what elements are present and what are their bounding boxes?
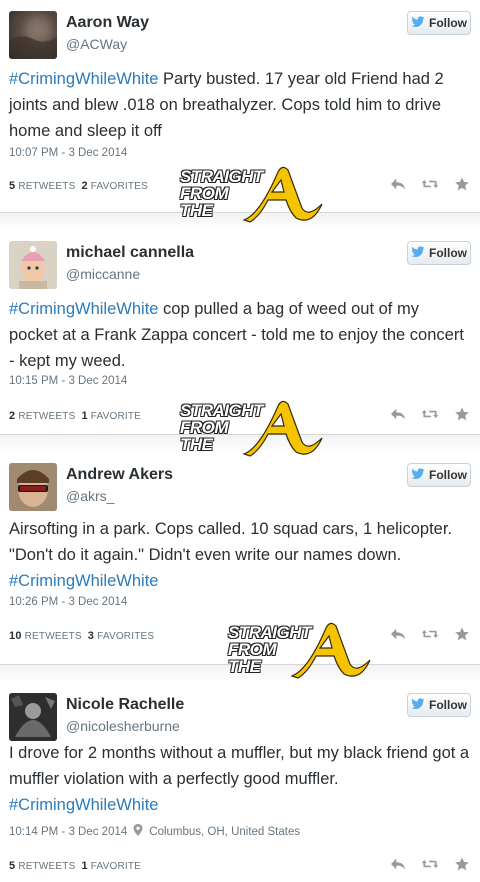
retweet-icon[interactable] <box>420 856 440 872</box>
favorite-count[interactable]: 1 <box>81 860 87 872</box>
avatar[interactable] <box>9 693 57 741</box>
follow-button[interactable]: Follow <box>407 693 471 717</box>
avatar[interactable] <box>9 241 57 289</box>
user-name[interactable]: michael cannella <box>66 244 194 262</box>
follow-button[interactable]: Follow <box>407 463 471 487</box>
retweet-count[interactable]: 5 <box>9 860 15 872</box>
twitter-bird-icon <box>411 697 425 713</box>
follow-label: Follow <box>429 16 467 30</box>
watermark-logo: STRAIGHT FROM THE <box>180 400 340 460</box>
reply-icon[interactable] <box>388 406 408 422</box>
retweet-count[interactable]: 5 <box>9 180 15 192</box>
follow-button[interactable]: Follow <box>407 241 471 265</box>
star-icon[interactable] <box>452 176 472 192</box>
tweet-text: I drove for 2 months without a muffler, … <box>9 744 470 814</box>
follow-label: Follow <box>429 468 467 482</box>
tweet-text: #CrimingWhileWhite Party busted. 17 year… <box>9 70 444 140</box>
avatar[interactable] <box>9 463 57 511</box>
tweet-stats: 5 RETWEETS 1 FAVORITE <box>9 860 142 872</box>
tweet-location[interactable]: Columbus, OH, United States <box>149 826 300 838</box>
user-handle[interactable]: @ACWay <box>66 36 127 52</box>
favorite-count[interactable]: 3 <box>88 630 94 642</box>
user-name[interactable]: Nicole Rachelle <box>66 696 184 714</box>
star-icon[interactable] <box>452 406 472 422</box>
follow-label: Follow <box>429 698 467 712</box>
tweet-stats: 5 RETWEETS 2 FAVORITES <box>9 180 148 192</box>
twitter-bird-icon <box>411 467 425 483</box>
tweet-text: Airsofting in a park. Cops called. 10 sq… <box>9 520 452 590</box>
retweet-icon[interactable] <box>420 626 440 642</box>
tweet-card: Nicole Rachelle @nicolesherburne Follow … <box>0 682 480 882</box>
favorite-count[interactable]: 1 <box>81 410 87 422</box>
retweet-icon[interactable] <box>420 176 440 192</box>
location-pin-icon <box>133 824 143 839</box>
watermark-text: STRAIGHT FROM THE <box>228 623 311 676</box>
star-icon[interactable] <box>452 856 472 872</box>
retweet-count[interactable]: 2 <box>9 410 15 422</box>
hashtag-link[interactable]: #CrimingWhileWhite <box>9 70 158 88</box>
retweet-count[interactable]: 10 <box>9 630 22 642</box>
timestamp-link[interactable]: 10:14 PM - 3 Dec 2014 <box>9 826 127 838</box>
follow-button[interactable]: Follow <box>407 11 471 35</box>
reply-icon[interactable] <box>388 626 408 642</box>
reply-icon[interactable] <box>388 176 408 192</box>
tweet-text: #CrimingWhileWhite cop pulled a bag of w… <box>9 300 464 370</box>
tweet-timestamp: 10:14 PM - 3 Dec 2014 Columbus, OH, Unit… <box>9 824 300 839</box>
tweet-stats: 10 RETWEETS 3 FAVORITES <box>9 630 155 642</box>
user-name[interactable]: Aaron Way <box>66 14 149 32</box>
tweet-timestamp[interactable]: 10:15 PM - 3 Dec 2014 <box>9 375 127 387</box>
user-handle[interactable]: @akrs_ <box>66 488 114 504</box>
user-name[interactable]: Andrew Akers <box>66 466 173 484</box>
hashtag-link[interactable]: #CrimingWhileWhite <box>9 300 158 318</box>
retweet-icon[interactable] <box>420 406 440 422</box>
tweet-timestamp[interactable]: 10:26 PM - 3 Dec 2014 <box>9 596 127 608</box>
watermark-logo: STRAIGHT FROM THE <box>180 166 340 226</box>
watermark-text: STRAIGHT FROM THE <box>180 401 263 454</box>
tweet-timestamp[interactable]: 10:07 PM - 3 Dec 2014 <box>9 147 127 159</box>
hashtag-link[interactable]: #CrimingWhileWhite <box>9 572 158 590</box>
favorite-count[interactable]: 2 <box>81 180 87 192</box>
follow-label: Follow <box>429 246 467 260</box>
twitter-bird-icon <box>411 15 425 31</box>
tweet-stats: 2 RETWEETS 1 FAVORITE <box>9 410 142 422</box>
reply-icon[interactable] <box>388 856 408 872</box>
watermark-logo: STRAIGHT FROM THE <box>228 622 388 682</box>
user-handle[interactable]: @miccanne <box>66 266 140 282</box>
user-handle[interactable]: @nicolesherburne <box>66 718 180 734</box>
twitter-bird-icon <box>411 245 425 261</box>
avatar[interactable] <box>9 11 57 59</box>
star-icon[interactable] <box>452 626 472 642</box>
hashtag-link[interactable]: #CrimingWhileWhite <box>9 796 158 814</box>
watermark-text: STRAIGHT FROM THE <box>180 167 263 220</box>
